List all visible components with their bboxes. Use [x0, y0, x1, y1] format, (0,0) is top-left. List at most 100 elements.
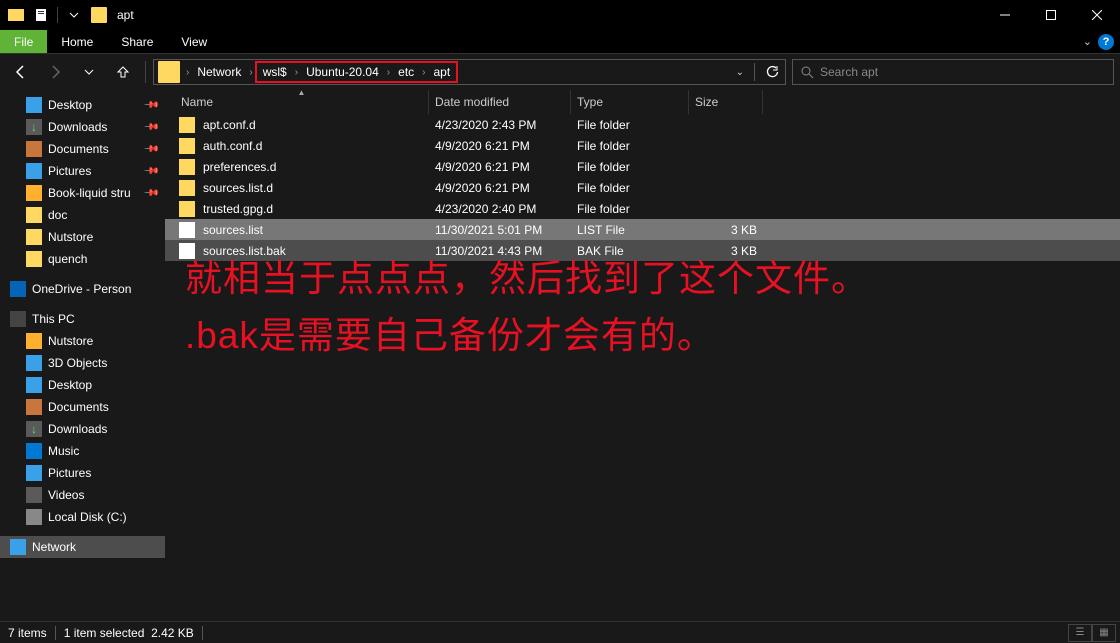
nav-row: › Network › wsl$ › Ubuntu-20.04 › etc › …: [0, 54, 1120, 90]
pin-icon: 📌: [142, 119, 159, 136]
file-icon: [179, 159, 195, 175]
sidebar-item[interactable]: Local Disk (C:): [0, 506, 165, 528]
tab-home[interactable]: Home: [47, 30, 107, 53]
ico-doc-icon: [26, 399, 42, 415]
file-name: auth.conf.d: [203, 139, 435, 153]
sidebar-item-label: Music: [48, 444, 79, 458]
sidebar-item[interactable]: Downloads: [0, 418, 165, 440]
sidebar-item[interactable]: Nutstore: [0, 330, 165, 352]
sidebar-item-label: Nutstore: [48, 334, 93, 348]
view-details-button[interactable]: ☰: [1068, 624, 1092, 642]
file-row[interactable]: trusted.gpg.d4/23/2020 2:40 PMFile folde…: [165, 198, 1120, 219]
sidebar-item[interactable]: Desktop📌: [0, 94, 165, 116]
sidebar-item[interactable]: Videos: [0, 484, 165, 506]
crumb-etc[interactable]: etc: [392, 63, 420, 81]
search-input[interactable]: [820, 65, 1105, 79]
view-thumbnails-button[interactable]: ▦: [1092, 624, 1116, 642]
back-button[interactable]: [6, 58, 36, 86]
file-icon: [179, 138, 195, 154]
file-pane: ▲Name Date modified Type Size apt.conf.d…: [165, 90, 1120, 626]
recent-dropdown[interactable]: [74, 58, 104, 86]
forward-button[interactable]: [40, 58, 70, 86]
file-name: sources.list: [203, 223, 435, 237]
sidebar-item[interactable]: Desktop: [0, 374, 165, 396]
sidebar-item[interactable]: This PC: [0, 308, 165, 330]
ico-cloud-icon: [10, 281, 26, 297]
ico-folder-icon: [26, 229, 42, 245]
column-headers: ▲Name Date modified Type Size: [165, 90, 1120, 114]
sidebar-item-label: Nutstore: [48, 230, 93, 244]
sidebar-item[interactable]: Documents: [0, 396, 165, 418]
sidebar-item[interactable]: quench: [0, 248, 165, 270]
file-row[interactable]: sources.list11/30/2021 5:01 PMLIST File3…: [165, 219, 1120, 240]
status-bar: 7 items 1 item selected 2.42 KB ☰ ▦: [0, 621, 1120, 643]
file-row[interactable]: auth.conf.d4/9/2020 6:21 PMFile folder: [165, 135, 1120, 156]
sidebar-item-label: Downloads: [48, 422, 107, 436]
tab-view[interactable]: View: [167, 30, 221, 53]
sidebar-item[interactable]: Network: [0, 536, 165, 558]
sidebar-item-label: Desktop: [48, 98, 92, 112]
col-name[interactable]: ▲Name: [175, 90, 429, 114]
sidebar-item[interactable]: Downloads📌: [0, 116, 165, 138]
up-button[interactable]: [108, 58, 138, 86]
sidebar-item[interactable]: 3D Objects: [0, 352, 165, 374]
ico-pic-icon: [26, 465, 42, 481]
qat-dropdown-icon[interactable]: [63, 4, 85, 26]
crumb-ubuntu[interactable]: Ubuntu-20.04: [300, 63, 385, 81]
sidebar-item[interactable]: Documents📌: [0, 138, 165, 160]
crumb-network[interactable]: Network: [191, 60, 247, 84]
minimize-button[interactable]: [982, 0, 1028, 30]
sidebar-item[interactable]: Nutstore: [0, 226, 165, 248]
status-count: 7 items: [8, 626, 47, 640]
chevron-right-icon[interactable]: ›: [385, 67, 392, 78]
file-row[interactable]: sources.list.d4/9/2020 6:21 PMFile folde…: [165, 177, 1120, 198]
ico-desktop-icon: [26, 377, 42, 393]
file-row[interactable]: apt.conf.d4/23/2020 2:43 PMFile folder: [165, 114, 1120, 135]
close-button[interactable]: [1074, 0, 1120, 30]
chevron-right-icon[interactable]: ›: [420, 67, 427, 78]
status-selected: 1 item selected: [64, 626, 145, 640]
file-type: File folder: [577, 118, 695, 132]
file-type: File folder: [577, 202, 695, 216]
ribbon-expand-icon[interactable]: ⌄: [1083, 35, 1092, 48]
pin-icon: 📌: [142, 141, 159, 158]
sidebar-item[interactable]: Music: [0, 440, 165, 462]
help-icon[interactable]: ?: [1098, 34, 1114, 50]
sidebar-item[interactable]: Book-liquid stru📌: [0, 182, 165, 204]
file-icon: [179, 201, 195, 217]
sidebar-item[interactable]: doc: [0, 204, 165, 226]
sidebar-item-label: OneDrive - Person: [32, 282, 131, 296]
crumb-apt[interactable]: apt: [428, 63, 457, 81]
crumb-wsl[interactable]: wsl$: [257, 63, 293, 81]
properties-icon[interactable]: [30, 4, 52, 26]
chevron-right-icon[interactable]: ›: [184, 67, 191, 78]
search-box[interactable]: [792, 59, 1114, 85]
col-type[interactable]: Type: [571, 90, 689, 114]
file-row[interactable]: preferences.d4/9/2020 6:21 PMFile folder: [165, 156, 1120, 177]
col-date[interactable]: Date modified: [429, 90, 571, 114]
tab-share[interactable]: Share: [107, 30, 167, 53]
sidebar-item[interactable]: Pictures📌: [0, 160, 165, 182]
file-name: apt.conf.d: [203, 118, 435, 132]
sidebar-item-label: Local Disk (C:): [48, 510, 127, 524]
col-size[interactable]: Size: [689, 90, 763, 114]
file-date: 4/23/2020 2:43 PM: [435, 118, 577, 132]
file-date: 4/23/2020 2:40 PM: [435, 202, 577, 216]
chevron-right-icon[interactable]: ›: [247, 67, 254, 78]
ico-pc-icon: [10, 311, 26, 327]
sidebar-item[interactable]: OneDrive - Person: [0, 278, 165, 300]
ico-folder-y-icon: [26, 185, 42, 201]
sidebar-item-label: Documents: [48, 400, 109, 414]
file-date: 4/9/2020 6:21 PM: [435, 139, 577, 153]
file-name: trusted.gpg.d: [203, 202, 435, 216]
addr-dropdown-icon[interactable]: ⌄: [736, 67, 744, 78]
ico-folder-y-icon: [26, 333, 42, 349]
annotation-text: 就相当于点点点，然后找到了这个文件。 .bak是需要自己备份才会有的。: [185, 250, 869, 365]
ico-video-icon: [26, 487, 42, 503]
refresh-icon[interactable]: [765, 65, 779, 79]
address-bar[interactable]: › Network › wsl$ › Ubuntu-20.04 › etc › …: [153, 59, 786, 85]
maximize-button[interactable]: [1028, 0, 1074, 30]
sidebar-item[interactable]: Pictures: [0, 462, 165, 484]
chevron-right-icon[interactable]: ›: [293, 67, 300, 78]
tab-file[interactable]: File: [0, 30, 47, 53]
